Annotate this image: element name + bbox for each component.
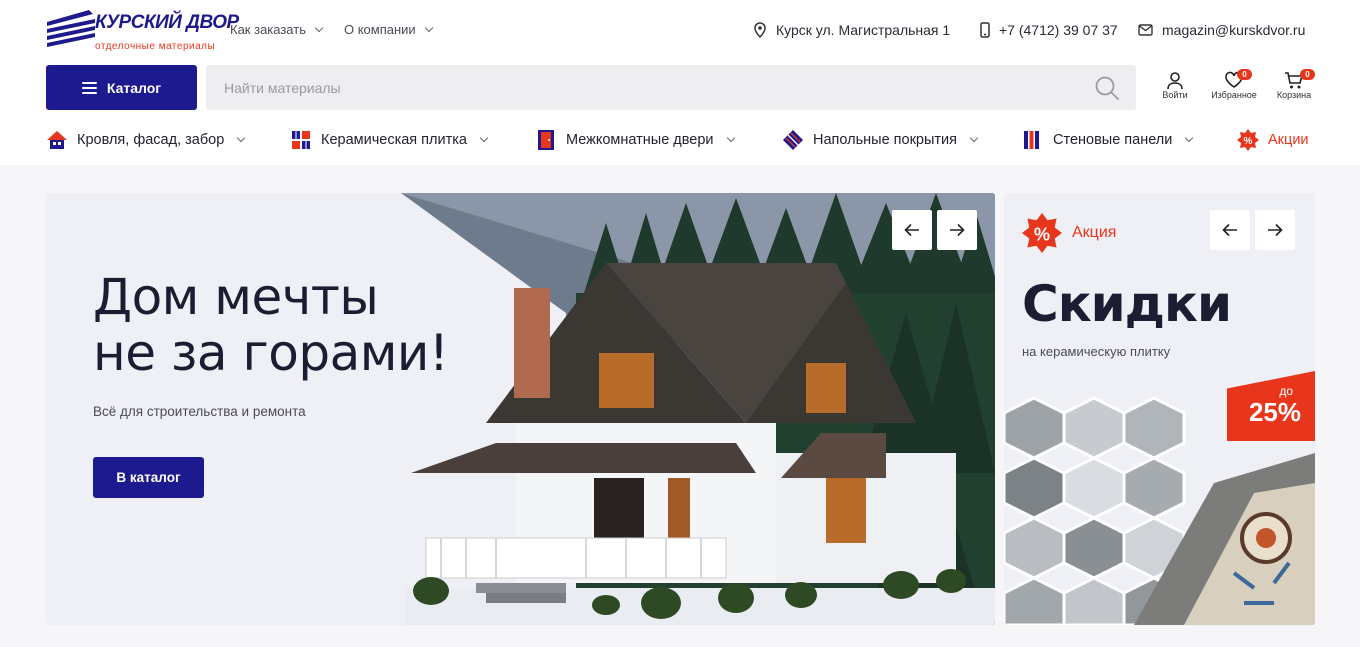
door-icon [538,130,554,150]
address: Курск ул. Магистральная 1 [753,22,950,38]
search-bar [206,65,1136,110]
promo-subtitle: на керамическую плитку [1022,344,1171,359]
discount-prefix: до [1279,384,1293,398]
percent-badge-icon: % [1022,213,1062,253]
svg-text:%: % [1034,224,1050,244]
category-floor[interactable]: Напольные покрытия [782,127,979,153]
nav-about-label: О компании [344,22,416,37]
email-link[interactable]: magazin@kurskdvor.ru [1138,22,1305,38]
to-catalog-button[interactable]: В каталог [93,457,204,498]
floor-icon [783,130,803,150]
chevron-down-icon [237,133,246,143]
chevron-down-icon [969,133,979,143]
percent-icon: % [1237,129,1259,151]
nav-how-to-order[interactable]: Как заказать [230,22,324,37]
chevron-down-icon [1185,133,1194,143]
logo-tagline: отделочные материалы [95,41,216,52]
email-text: magazin@kurskdvor.ru [1162,22,1306,38]
category-doors-label: Межкомнатные двери [566,132,714,148]
category-roof-label: Кровля, фасад, забор [77,132,225,148]
svg-text:%: % [1244,136,1253,147]
hero-title-line2: не за горами! [93,324,449,382]
panel-icon [1024,131,1039,149]
favorites-button[interactable]: Избранное 0 [1205,69,1263,104]
arrow-right-icon [950,223,965,237]
hero-title-line1: Дом мечты [93,268,379,326]
address-text: Курск ул. Магистральная 1 [776,22,951,38]
favorites-count-badge: 0 [1237,69,1252,80]
tile-icon [292,131,310,149]
chevron-down-icon [314,23,324,32]
hero-title: Дом мечты не за горами! [93,268,449,382]
chevron-down-icon [726,133,735,143]
promo-tag: % Акция [1022,213,1116,253]
category-tile-label: Керамическая плитка [321,132,467,148]
cart-label: Корзина [1276,90,1312,100]
nav-about[interactable]: О компании [344,22,433,37]
logo-emblem-icon [47,10,95,47]
promo-tag-label: Акция [1072,224,1117,241]
nav-how-to-order-label: Как заказать [230,22,306,37]
login-label: Войти [1162,90,1188,100]
chevron-down-icon [479,133,489,143]
mail-icon [1138,24,1153,36]
category-sales[interactable]: % Акции [1237,127,1309,153]
hero-subtitle: Всё для строительства и ремонта [93,404,306,419]
cart-button[interactable]: Корзина 0 [1265,69,1323,104]
logo[interactable]: КУРСКИЙ ДВОР отделочные материалы [45,10,239,58]
category-roof[interactable]: Кровля, фасад, забор [46,127,246,153]
login-button[interactable]: Войти [1146,70,1204,104]
promo-next-button[interactable] [1255,210,1295,250]
category-tile[interactable]: Керамическая плитка [290,127,489,153]
user-icon [1167,72,1183,90]
hero-next-button[interactable] [937,210,977,250]
category-nav: Кровля, фасад, забор Керамическая плитка… [0,127,1360,153]
promo-prev-button[interactable] [1210,210,1250,250]
category-floor-label: Напольные покрытия [813,132,958,148]
category-doors[interactable]: Межкомнатные двери [535,127,735,153]
hero-banner: Дом мечты не за горами! Всё для строител… [46,193,995,625]
category-sales-label: Акции [1268,132,1309,148]
search-input[interactable] [206,65,1076,110]
location-pin-icon [754,22,766,38]
hero-prev-button[interactable] [892,210,932,250]
roof-icon [47,131,67,149]
promo-card[interactable]: % Акция Скидки на керамическую плитку до… [1004,193,1315,625]
category-panels-label: Стеновые панели [1053,132,1173,148]
menu-icon [81,81,97,94]
favorites-label: Избранное [1211,90,1257,100]
chevron-down-icon [424,23,433,32]
search-icon[interactable] [1094,75,1120,101]
promo-title: Скидки [1022,275,1232,333]
category-panels[interactable]: Стеновые панели [1022,127,1194,153]
catalog-button[interactable]: Каталог [46,65,197,110]
discount-value: 25% [1248,397,1301,427]
phone-link[interactable]: +7 (4712) 39 07 37 [980,22,1118,38]
logo-title: КУРСКИЙ ДВОР [95,12,239,33]
arrow-left-icon [904,223,919,237]
catalog-button-label: Каталог [106,79,162,96]
arrow-left-icon [1222,223,1237,237]
phone-text: +7 (4712) 39 07 37 [999,22,1118,38]
arrow-right-icon [1268,223,1283,237]
phone-icon [980,22,990,38]
cart-count-badge: 0 [1300,69,1315,80]
site-header: КУРСКИЙ ДВОР отделочные материалы Как за… [0,0,1360,165]
